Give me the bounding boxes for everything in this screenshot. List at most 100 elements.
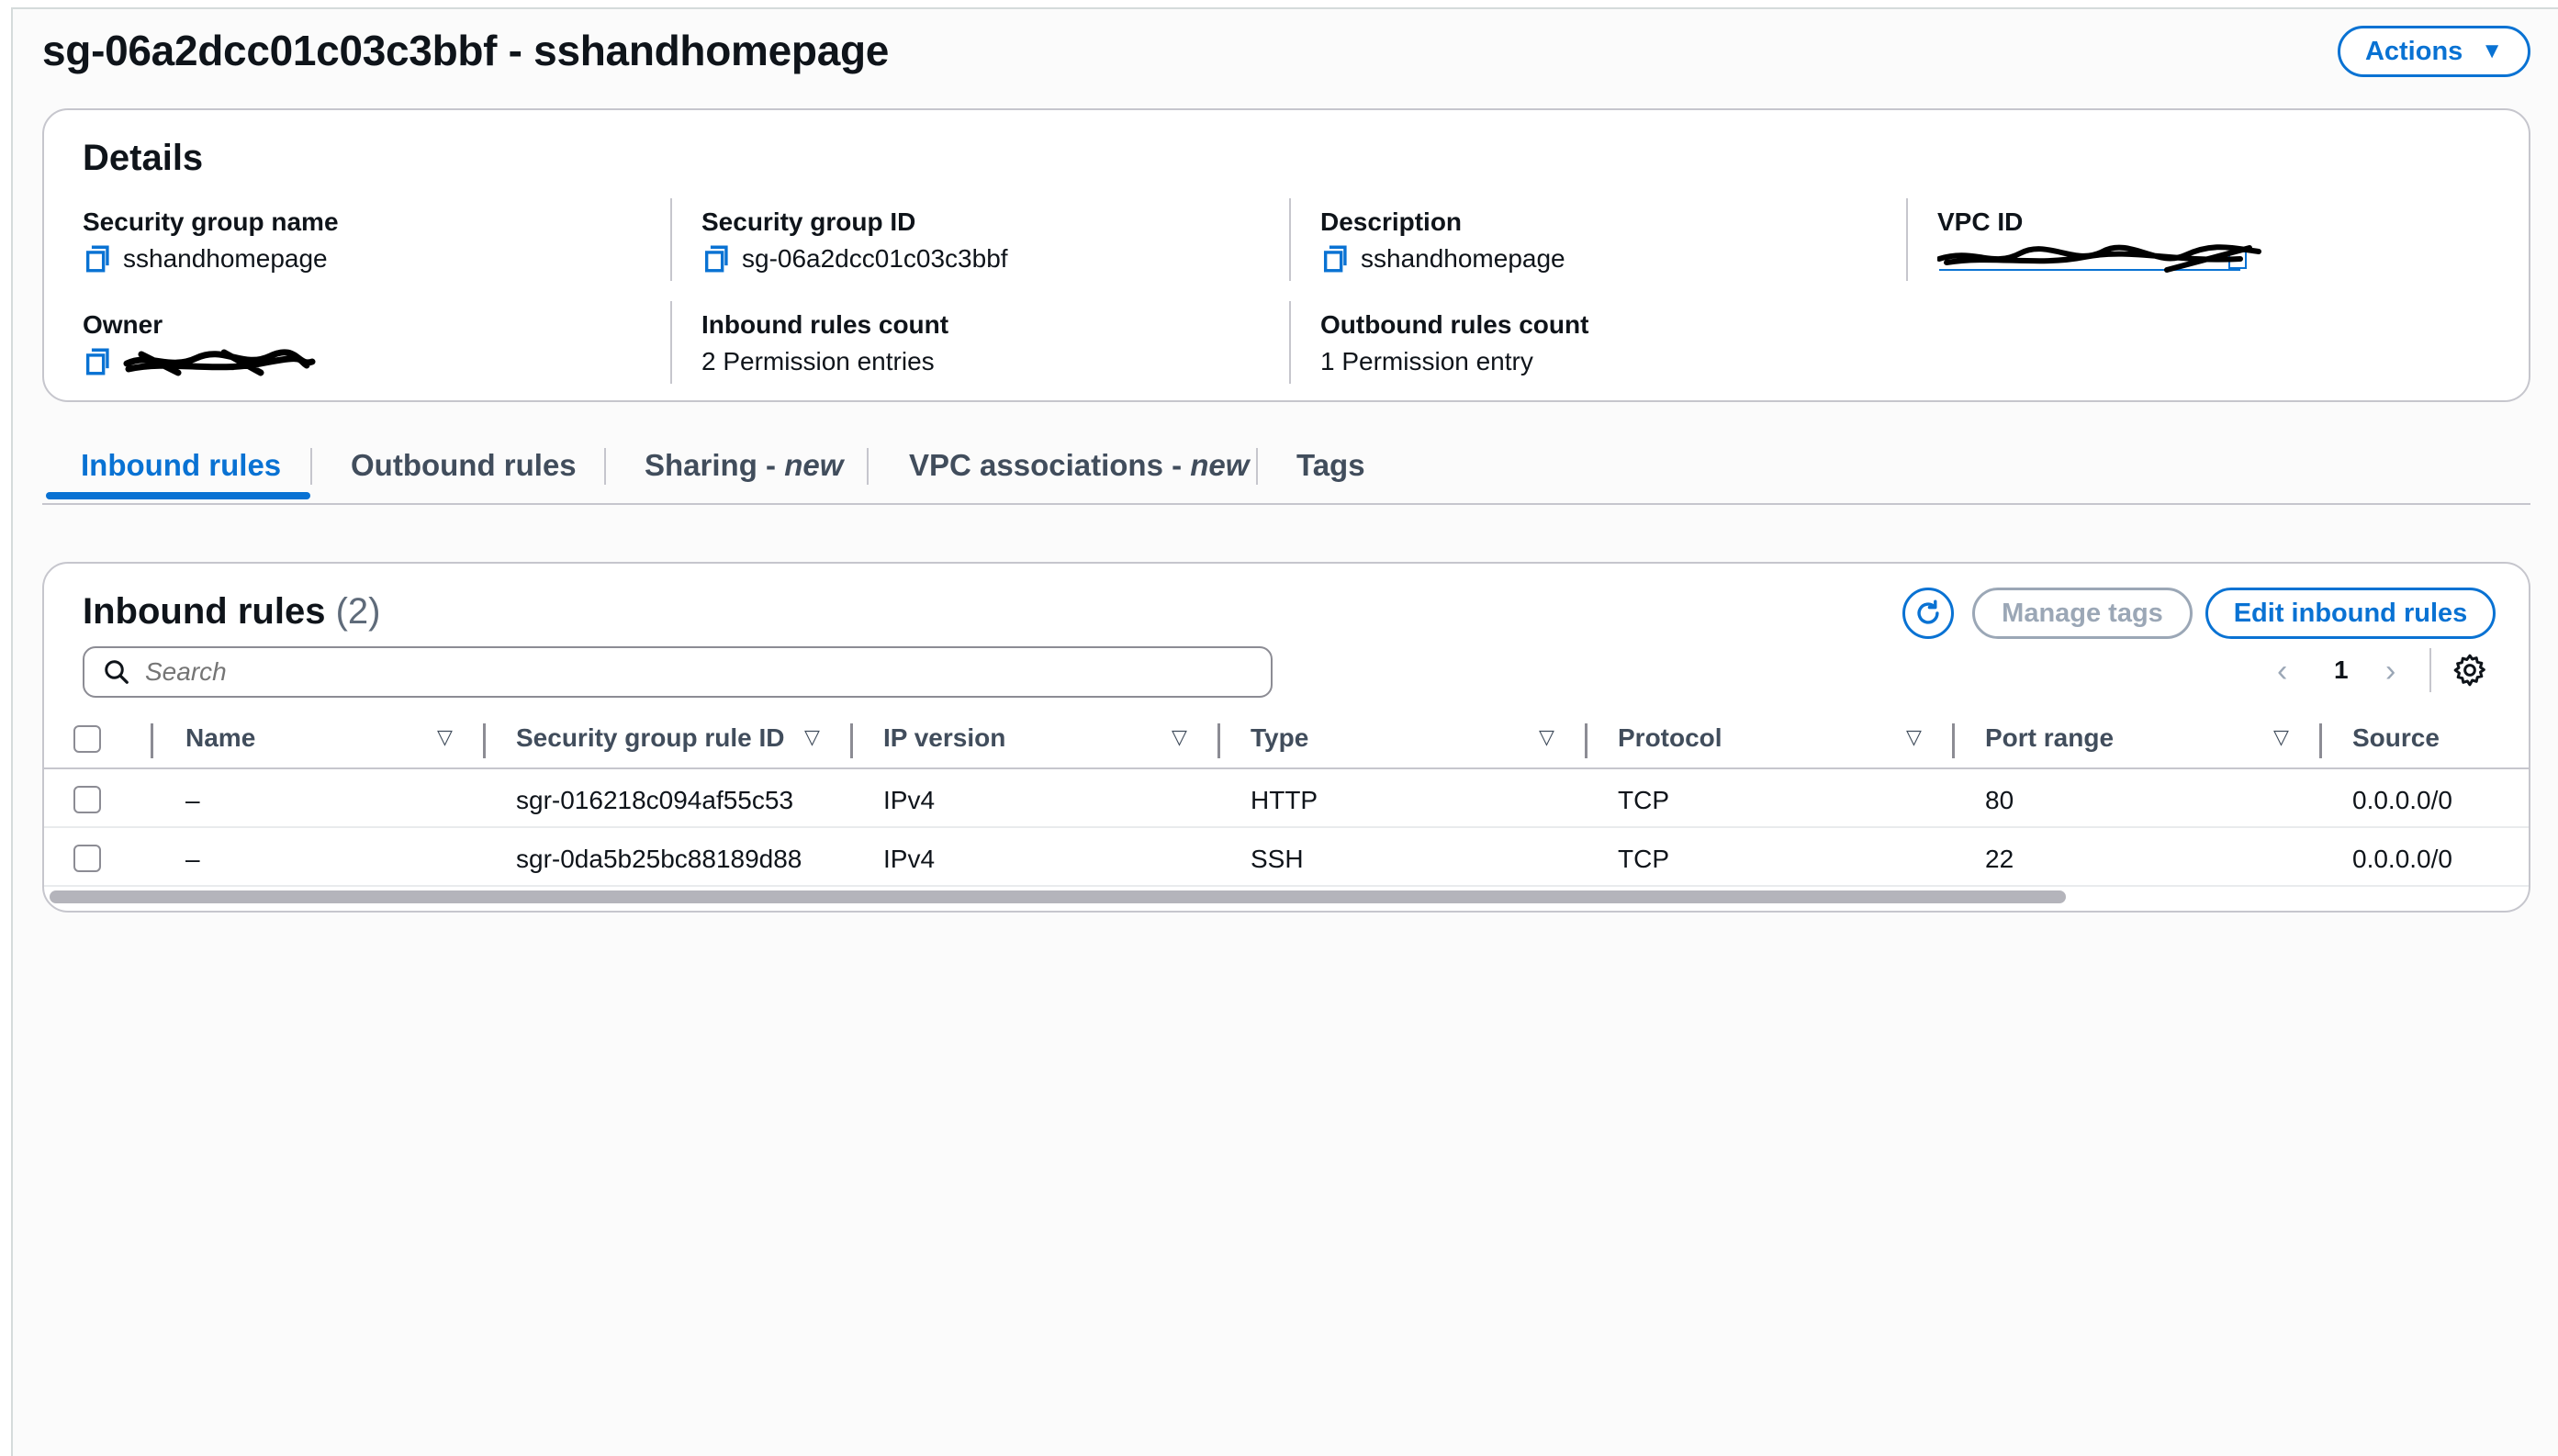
horizontal-scrollbar[interactable] bbox=[50, 890, 2066, 903]
cell-port-range: 80 bbox=[1985, 786, 2014, 814]
refresh-button[interactable] bbox=[1902, 588, 1954, 639]
tab-separator bbox=[1256, 448, 1258, 485]
cell-type: SSH bbox=[1251, 845, 1304, 873]
cell-source: 0.0.0.0/0 bbox=[2352, 845, 2452, 873]
field-outbound-rules-count: Outbound rules count 1 Permission entry bbox=[1320, 308, 1926, 378]
column-separator[interactable] bbox=[1217, 723, 1220, 758]
sort-icon[interactable]: ▽ bbox=[2273, 725, 2289, 749]
cell-rule-id: sgr-0da5b25bc88189d88 bbox=[516, 845, 802, 873]
field-security-group-name: Security group name sshandhomepage bbox=[83, 206, 689, 275]
divider bbox=[1906, 198, 1908, 281]
column-header-type[interactable]: Type bbox=[1251, 723, 1308, 753]
field-label: Owner bbox=[83, 310, 163, 339]
field-value: sshandhomepage bbox=[123, 244, 328, 273]
sort-icon[interactable]: ▽ bbox=[804, 725, 820, 749]
divider bbox=[670, 301, 672, 384]
sort-icon[interactable]: ▽ bbox=[1172, 725, 1187, 749]
redacted-vpc-id-link[interactable] bbox=[1937, 242, 2268, 279]
divider bbox=[1289, 198, 1291, 281]
column-header-protocol[interactable]: Protocol bbox=[1618, 723, 1722, 753]
field-label: Outbound rules count bbox=[1320, 310, 1589, 339]
column-header-ip-version[interactable]: IP version bbox=[883, 723, 1005, 753]
inbound-rules-panel: Inbound rules (2) Manage tags Edit inbou… bbox=[42, 562, 2530, 913]
sort-icon[interactable]: ▽ bbox=[1906, 725, 1922, 749]
cell-name: – bbox=[185, 845, 200, 873]
tab-outbound-rules[interactable]: Outbound rules bbox=[351, 448, 577, 483]
page-number[interactable]: 1 bbox=[2334, 655, 2349, 685]
chevron-right-icon[interactable]: › bbox=[2385, 654, 2395, 689]
cell-ip-version: IPv4 bbox=[883, 786, 936, 814]
divider bbox=[670, 198, 672, 281]
search-input[interactable] bbox=[145, 657, 1247, 687]
cell-name: – bbox=[185, 786, 200, 814]
field-label: Inbound rules count bbox=[701, 310, 949, 339]
tab-inbound-rules[interactable]: Inbound rules bbox=[81, 448, 281, 483]
copy-icon[interactable] bbox=[701, 243, 733, 274]
copy-icon[interactable] bbox=[83, 243, 114, 274]
tab-vpc-associations[interactable]: VPC associations - new bbox=[909, 448, 1249, 483]
cell-protocol: TCP bbox=[1618, 845, 1669, 873]
details-panel: Details Security group name sshandhomepa… bbox=[42, 108, 2530, 402]
sort-icon[interactable]: ▽ bbox=[1539, 725, 1554, 749]
chevron-left-icon[interactable]: ‹ bbox=[2277, 654, 2287, 689]
tab-sharing[interactable]: Sharing - new bbox=[645, 448, 843, 483]
column-separator[interactable] bbox=[1585, 723, 1588, 758]
field-label: VPC ID bbox=[1937, 207, 2024, 236]
table-row[interactable]: – sgr-0da5b25bc88189d88 IPv4 SSH TCP 22 … bbox=[44, 830, 2529, 887]
cell-protocol: TCP bbox=[1618, 786, 1669, 814]
divider bbox=[2429, 648, 2431, 692]
active-tab-indicator bbox=[46, 492, 310, 499]
field-owner: Owner bbox=[83, 308, 689, 378]
column-separator[interactable] bbox=[850, 723, 853, 758]
copy-icon[interactable] bbox=[1320, 243, 1352, 274]
table-row[interactable]: – sgr-016218c094af55c53 IPv4 HTTP TCP 80… bbox=[44, 771, 2529, 828]
actions-button-label: Actions bbox=[2364, 36, 2463, 66]
select-all-checkbox[interactable] bbox=[73, 725, 101, 753]
divider bbox=[1289, 301, 1291, 384]
tab-separator bbox=[867, 448, 869, 485]
actions-button[interactable]: Actions ▼ bbox=[2338, 26, 2530, 77]
column-header-rule-id[interactable]: Security group rule ID bbox=[516, 723, 785, 753]
cell-ip-version: IPv4 bbox=[883, 845, 936, 873]
rules-count: (2) bbox=[335, 591, 381, 632]
column-separator bbox=[151, 723, 153, 758]
cell-port-range: 22 bbox=[1985, 845, 2014, 873]
tab-separator bbox=[604, 448, 606, 485]
column-separator[interactable] bbox=[483, 723, 486, 758]
field-label: Security group name bbox=[83, 207, 339, 236]
field-vpc-id: VPC ID bbox=[1937, 206, 2543, 279]
gear-icon[interactable] bbox=[2451, 652, 2488, 689]
tab-separator bbox=[310, 448, 312, 485]
column-header-source[interactable]: Source bbox=[2352, 723, 2440, 753]
edit-inbound-rules-button[interactable]: Edit inbound rules bbox=[2205, 588, 2496, 639]
tab-bar: Inbound rules Outbound rules Sharing - n… bbox=[42, 431, 2530, 505]
column-header-name[interactable]: Name bbox=[185, 723, 255, 753]
field-value: sshandhomepage bbox=[1361, 244, 1565, 273]
tab-tags[interactable]: Tags bbox=[1296, 448, 1365, 483]
field-description: Description sshandhomepage bbox=[1320, 206, 1926, 275]
field-value: sg-06a2dcc01c03c3bbf bbox=[742, 244, 1008, 273]
caret-down-icon: ▼ bbox=[2481, 39, 2504, 63]
column-separator[interactable] bbox=[2319, 723, 2322, 758]
cell-rule-id: sgr-016218c094af55c53 bbox=[516, 786, 794, 814]
field-security-group-id: Security group ID sg-06a2dcc01c03c3bbf bbox=[701, 206, 1307, 275]
field-value: 2 Permission entries bbox=[701, 347, 935, 375]
copy-icon[interactable] bbox=[83, 346, 114, 377]
page-title: sg-06a2dcc01c03c3bbf - sshandhomepage bbox=[42, 27, 890, 74]
rules-heading: Inbound rules (2) bbox=[83, 591, 381, 632]
search-icon bbox=[105, 660, 129, 684]
search-field[interactable] bbox=[83, 646, 1273, 698]
field-label: Security group ID bbox=[701, 207, 916, 236]
column-header-port-range[interactable]: Port range bbox=[1985, 723, 2114, 753]
refresh-icon bbox=[1917, 599, 1939, 624]
cell-type: HTTP bbox=[1251, 786, 1318, 814]
column-separator[interactable] bbox=[1952, 723, 1955, 758]
row-checkbox[interactable] bbox=[73, 786, 101, 813]
sort-icon[interactable]: ▽ bbox=[437, 725, 453, 749]
manage-tags-button[interactable]: Manage tags bbox=[1972, 588, 2193, 639]
row-checkbox[interactable] bbox=[73, 845, 101, 872]
field-value: 1 Permission entry bbox=[1320, 347, 1533, 375]
field-label: Description bbox=[1320, 207, 1463, 236]
redacted-owner bbox=[123, 349, 316, 376]
table-header: Name ▽ Security group rule ID ▽ IP versi… bbox=[44, 711, 2529, 769]
